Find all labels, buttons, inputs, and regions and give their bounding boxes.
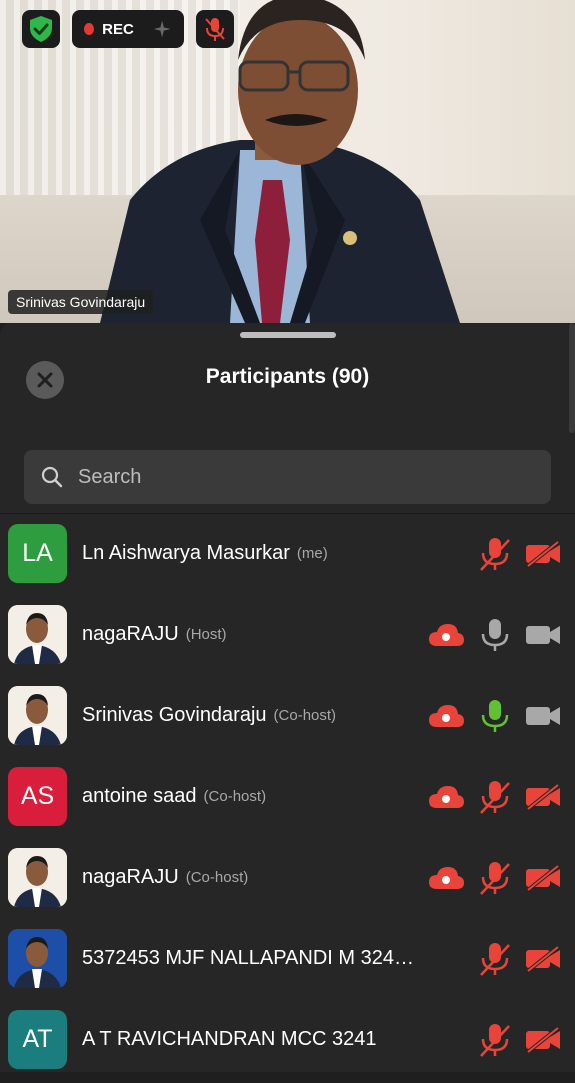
- participant-row[interactable]: LA Ln Aishwarya Masurkar (me): [0, 516, 575, 597]
- avatar: LA: [8, 524, 67, 583]
- participant-status-icons: [471, 939, 567, 979]
- participant-name-block: nagaRAJU (Co-host): [82, 840, 248, 915]
- avatar: [8, 929, 67, 988]
- participant-row[interactable]: 5372453 MJF NALLAPANDI M 324…: [0, 921, 575, 1002]
- rec-label: REC: [102, 20, 134, 38]
- participant-role: (Co-host): [185, 869, 249, 886]
- participant-name-block: 5372453 MJF NALLAPANDI M 324…: [82, 921, 414, 996]
- sparkle-icon: [153, 20, 171, 38]
- participant-row[interactable]: nagaRAJU (Host): [0, 597, 575, 678]
- participant-role: (Host): [185, 626, 227, 643]
- search-input[interactable]: [76, 464, 500, 490]
- speaker-name-tag: Srinivas Govindaraju: [8, 290, 154, 314]
- participant-status-icons: [471, 534, 567, 574]
- avatar-initials: AS: [20, 782, 55, 810]
- participant-name: nagaRAJU: [82, 623, 179, 645]
- mic-muted-icon[interactable]: [471, 858, 519, 898]
- recording-indicator[interactable]: REC: [72, 10, 184, 48]
- mic-icon[interactable]: [471, 615, 519, 655]
- mic-muted-icon[interactable]: [471, 939, 519, 979]
- video-off-icon[interactable]: [519, 858, 567, 898]
- participant-name-block: Ln Aishwarya Masurkar (me): [82, 516, 328, 591]
- drag-handle[interactable]: [240, 332, 336, 338]
- speaker-video-figure: [100, 0, 460, 323]
- cloud-recording-icon: [421, 858, 471, 898]
- mic-muted-icon[interactable]: [471, 534, 519, 574]
- video-camera-icon[interactable]: [519, 696, 567, 736]
- divider: [0, 513, 575, 514]
- avatar-initials: LA: [22, 539, 53, 567]
- participant-role: (me): [296, 545, 328, 562]
- participant-name: antoine saad: [82, 785, 197, 807]
- record-dot-icon: [84, 23, 95, 35]
- participant-status-icons: [421, 858, 567, 898]
- participant-role: (Co-host): [273, 707, 337, 724]
- avatar: AT: [8, 1010, 67, 1069]
- video-off-icon[interactable]: [519, 777, 567, 817]
- mic-muted-icon[interactable]: [471, 777, 519, 817]
- video-camera-icon[interactable]: [519, 615, 567, 655]
- avatar: [8, 848, 67, 907]
- participant-status-icons: [421, 777, 567, 817]
- participant-name-block: antoine saad (Co-host): [82, 759, 266, 834]
- participant-name: Ln Aishwarya Masurkar: [82, 542, 290, 564]
- participant-status-icons: [421, 615, 567, 655]
- participant-name: nagaRAJU: [82, 866, 179, 888]
- participant-name-block: Srinivas Govindaraju (Co-host): [82, 678, 336, 753]
- video-off-icon[interactable]: [519, 1020, 567, 1060]
- search-icon: [41, 466, 63, 488]
- participants-panel: Participants (90) LA Ln Aishwarya Masurka…: [0, 323, 575, 1072]
- video-off-icon[interactable]: [519, 534, 567, 574]
- participant-status-icons: [421, 696, 567, 736]
- avatar: [8, 605, 67, 664]
- participant-row[interactable]: nagaRAJU (Co-host): [0, 840, 575, 921]
- video-off-icon[interactable]: [519, 939, 567, 979]
- avatar: [8, 686, 67, 745]
- participant-name: A T RAVICHANDRAN MCC 3241: [82, 1028, 377, 1050]
- video-feed[interactable]: REC Srinivas Govindaraju: [0, 0, 575, 323]
- participant-name-block: nagaRAJU (Host): [82, 597, 227, 672]
- mic-muted-icon[interactable]: [471, 1020, 519, 1060]
- cloud-recording-icon: [421, 777, 471, 817]
- participant-row[interactable]: AT A T RAVICHANDRAN MCC 3241: [0, 1002, 575, 1083]
- cloud-recording-icon: [421, 696, 471, 736]
- video-mic-muted-icon: [196, 10, 234, 48]
- mic-icon[interactable]: [471, 696, 519, 736]
- search-bar[interactable]: [24, 450, 551, 504]
- participant-role: (Co-host): [203, 788, 267, 805]
- security-shield-icon[interactable]: [22, 10, 60, 48]
- avatar-initials: AT: [22, 1025, 53, 1053]
- participant-name: 5372453 MJF NALLAPANDI M 324…: [82, 947, 415, 969]
- participant-name-block: A T RAVICHANDRAN MCC 3241: [82, 1002, 377, 1077]
- participant-name: Srinivas Govindaraju: [82, 704, 267, 726]
- participant-row[interactable]: AS antoine saad (Co-host): [0, 759, 575, 840]
- avatar: AS: [8, 767, 67, 826]
- cloud-recording-icon: [421, 615, 471, 655]
- participant-status-icons: [471, 1020, 567, 1060]
- participant-row[interactable]: Srinivas Govindaraju (Co-host): [0, 678, 575, 759]
- participant-list: LA Ln Aishwarya Masurkar (me) nagaRAJU (Host…: [0, 516, 575, 1083]
- panel-title: Participants (90): [205, 365, 370, 388]
